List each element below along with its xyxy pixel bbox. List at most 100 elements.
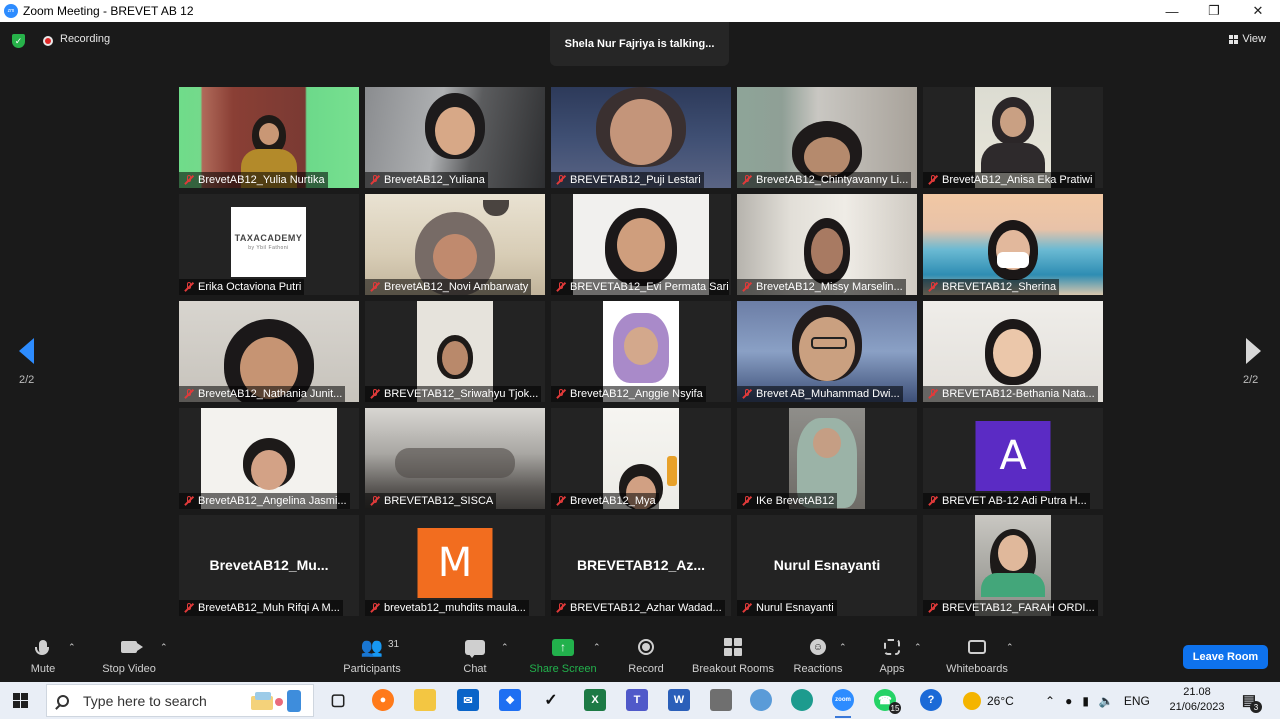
mic-muted-icon — [368, 173, 382, 187]
participant-tile[interactable]: TAXACADEMY by Ybil Fathoni Erika Octavio… — [179, 194, 359, 295]
mic-muted-icon — [368, 601, 382, 615]
help-icon[interactable]: ? — [920, 689, 942, 711]
participant-name-label: BREVETAB12_SISCA — [365, 493, 497, 509]
participant-tile[interactable]: BrevetAB12_Mu... BrevetAB12_Muh Rifqi A … — [179, 515, 359, 616]
participant-tile[interactable]: BREVETAB12_SISCA — [365, 408, 545, 509]
participant-tile[interactable]: BREVETAB12_Evi Permata Sari — [551, 194, 731, 295]
share-screen-button[interactable]: ↑ Share Screen — [526, 630, 600, 682]
participant-tile[interactable]: BREVETAB12_Puji Lestari — [551, 87, 731, 188]
active-speaker-banner: Shela Nur Fajriya is talking... — [550, 22, 729, 66]
excel-icon[interactable]: X — [584, 689, 606, 711]
reactions-options-chevron-icon[interactable]: ⌃ — [839, 642, 847, 653]
mail-icon[interactable]: ✉ — [457, 689, 479, 711]
security-shield-icon[interactable]: ✓ — [12, 34, 25, 48]
participant-tile[interactable]: BrevetAB12_Mya — [551, 408, 731, 509]
record-button[interactable]: Record — [625, 630, 667, 682]
weather-widget[interactable]: 26°C — [963, 682, 1014, 719]
microphone-tray-icon[interactable]: ● — [1065, 694, 1072, 708]
person-face — [813, 428, 841, 458]
previous-page-arrow-icon[interactable] — [19, 338, 34, 364]
participant-tile[interactable]: BrevetAB12_Anggie Nsyifa — [551, 301, 731, 402]
participant-tile[interactable]: BREVETAB12-Bethania Nata... — [923, 301, 1103, 402]
taskbar-search-input[interactable] — [81, 691, 225, 710]
person-face — [993, 329, 1033, 377]
breakout-rooms-icon — [724, 638, 742, 656]
leave-room-button[interactable]: Leave Room — [1183, 645, 1268, 669]
file-explorer-icon[interactable] — [414, 689, 436, 711]
show-hidden-icons-chevron-icon[interactable]: ⌃ — [1045, 694, 1055, 708]
mic-muted-icon — [182, 494, 196, 508]
word-icon[interactable]: W — [668, 689, 690, 711]
participant-name-label: BREVETAB12_Azhar Wadad... — [551, 600, 725, 616]
chat-options-chevron-icon[interactable]: ⌃ — [501, 642, 509, 653]
mic-muted-icon — [554, 387, 568, 401]
language-indicator[interactable]: ENG — [1124, 694, 1150, 708]
whiteboard-icon — [968, 640, 986, 654]
teams-icon[interactable]: T — [626, 689, 648, 711]
video-options-chevron-icon[interactable]: ⌃ — [160, 642, 168, 653]
participant-tile[interactable]: BrevetAB12_Missy Marselin... — [737, 194, 917, 295]
participant-name-label: Nurul Esnayanti — [737, 600, 837, 616]
share-options-chevron-icon[interactable]: ⌃ — [593, 642, 601, 653]
windows-start-icon[interactable] — [13, 693, 28, 708]
person-face — [435, 107, 475, 155]
mic-muted-icon — [926, 173, 940, 187]
participant-name-label: BREVETAB12_Sherina — [923, 279, 1060, 295]
participant-tile[interactable]: A BREVET AB-12 Adi Putra H... — [923, 408, 1103, 509]
zoom-taskbar-icon[interactable]: zoom — [832, 689, 854, 711]
recording-label[interactable]: Recording — [60, 33, 110, 45]
person-face — [799, 317, 855, 381]
participant-tile[interactable]: BREVETAB12_Az... BREVETAB12_Azhar Wadad.… — [551, 515, 731, 616]
restore-window-button[interactable]: ❐ — [1192, 0, 1236, 22]
stop-video-button[interactable]: Stop Video — [98, 630, 160, 682]
avatar-letter: A — [975, 421, 1051, 491]
participant-tile[interactable]: BREVETAB12_Sherina — [923, 194, 1103, 295]
mute-button[interactable]: Mute — [28, 630, 58, 682]
pen-app-icon[interactable]: ✓ — [540, 689, 562, 711]
participant-name-label: BrevetAB12_Mya — [551, 493, 659, 509]
participants-button[interactable]: 👥 Participants — [340, 630, 404, 682]
taskbar-search-box[interactable] — [46, 684, 314, 717]
person-face — [442, 341, 468, 375]
apps-options-chevron-icon[interactable]: ⌃ — [914, 642, 922, 653]
close-window-button[interactable]: ✕ — [1236, 0, 1280, 22]
participant-tile[interactable]: IKe BrevetAB12 — [737, 408, 917, 509]
participant-tile[interactable]: BrevetAB12_Yuliana — [365, 87, 545, 188]
recording-dot-icon[interactable] — [43, 36, 53, 46]
snipping-tool-icon[interactable] — [710, 689, 732, 711]
participant-tile[interactable]: M brevetab12_muhdits maula... — [365, 515, 545, 616]
chat-button[interactable]: Chat — [458, 630, 492, 682]
battery-icon[interactable]: ▮ — [1082, 694, 1089, 708]
participant-tile[interactable]: Nurul Esnayanti Nurul Esnayanti — [737, 515, 917, 616]
dropbox-icon[interactable]: ❖ — [499, 689, 521, 711]
participant-name-label: BrevetAB12_Missy Marselin... — [737, 279, 906, 295]
reactions-button[interactable]: ☺ Reactions — [791, 630, 845, 682]
chat-icon — [465, 639, 485, 658]
next-page-arrow-icon[interactable] — [1246, 338, 1261, 364]
participant-tile[interactable]: BREVETAB12_FARAH ORDI... — [923, 515, 1103, 616]
participant-tile[interactable]: BREVETAB12_Sriwahyu Tjok... — [365, 301, 545, 402]
whiteboards-options-chevron-icon[interactable]: ⌃ — [1006, 642, 1014, 653]
chrome-icon[interactable] — [750, 689, 772, 711]
edge-icon[interactable] — [791, 689, 813, 711]
firefox-icon[interactable]: ● — [372, 689, 394, 711]
participant-tile[interactable]: BrevetAB12_Novi Ambarwaty — [365, 194, 545, 295]
task-view-icon[interactable]: ▢ — [327, 689, 349, 711]
whiteboards-button[interactable]: Whiteboards — [943, 630, 1011, 682]
taskbar-clock[interactable]: 21.08 21/06/2023 — [1168, 685, 1226, 715]
minimize-window-button[interactable]: — — [1150, 0, 1194, 22]
apps-button[interactable]: Apps — [875, 630, 909, 682]
participant-tile[interactable]: BrevetAB12_Angelina Jasmi... — [179, 408, 359, 509]
volume-icon[interactable]: 🔈 — [1099, 694, 1114, 708]
zoom-logo-icon: zm — [4, 4, 18, 18]
video-camera-icon — [121, 641, 137, 653]
audio-options-chevron-icon[interactable]: ⌃ — [68, 642, 76, 653]
participant-tile[interactable]: Brevet AB_Muhammad Dwi... — [737, 301, 917, 402]
view-button[interactable]: View — [1229, 33, 1266, 45]
participant-tile[interactable]: BrevetAB12_Anisa Eka Pratiwi — [923, 87, 1103, 188]
meeting-controls-bar: Mute ⌃ Stop Video ⌃ 👥 Participants 31 Ch… — [0, 630, 1280, 682]
participant-tile[interactable]: BrevetAB12_Nathania Junit... — [179, 301, 359, 402]
participant-tile[interactable]: BrevetAB12_Yulia Nurtika — [179, 87, 359, 188]
participant-tile[interactable]: BrevetAB12_Chintyavanny Li... — [737, 87, 917, 188]
breakout-rooms-button[interactable]: Breakout Rooms — [690, 630, 776, 682]
